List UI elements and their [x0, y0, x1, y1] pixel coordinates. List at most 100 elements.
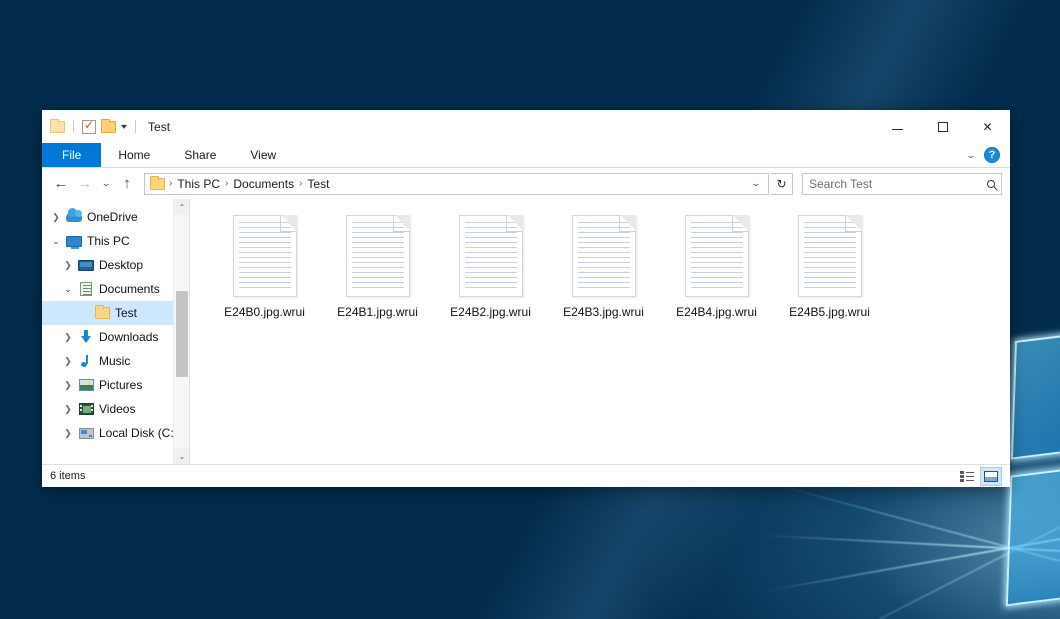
sidebar-item-desktop[interactable]: ❯ Desktop	[42, 253, 189, 277]
refresh-button[interactable]: ↻	[771, 173, 793, 195]
recent-locations-button[interactable]: ⌄	[96, 173, 117, 195]
divider	[135, 120, 136, 133]
file-grid: E24B0.jpg.wrui E24B1.jpg.wrui E24B2.jpg.…	[208, 213, 1010, 319]
search-box[interactable]	[802, 173, 1002, 195]
navigation-scrollbar[interactable]: ⌃ ⌄	[173, 199, 189, 464]
navigation-tree: ❯ OneDrive ⌄ This PC ❯ Desktop	[42, 199, 189, 445]
generic-document-icon	[798, 215, 862, 297]
up-button[interactable]: ↑	[116, 173, 138, 195]
help-icon[interactable]: ?	[984, 147, 1000, 163]
details-view-button[interactable]	[956, 467, 978, 486]
maximize-button[interactable]	[920, 110, 965, 143]
sidebar-item-label: Videos	[96, 402, 135, 416]
breadcrumb-item-test[interactable]: Test	[303, 177, 333, 191]
sidebar-item-documents[interactable]: ⌄ Documents	[42, 277, 189, 301]
download-icon	[76, 330, 96, 344]
file-item[interactable]: E24B4.jpg.wrui	[660, 213, 773, 319]
file-name: E24B1.jpg.wrui	[337, 305, 418, 319]
maximize-icon	[938, 122, 948, 132]
folder-icon[interactable]	[50, 121, 65, 133]
music-icon	[76, 354, 96, 368]
folder-icon[interactable]	[150, 178, 165, 190]
tab-view[interactable]: View	[233, 143, 293, 167]
details-view-icon	[960, 471, 974, 482]
sidebar-item-local-disk-c[interactable]: ❯ Local Disk (C:)	[42, 421, 189, 445]
tab-home[interactable]: Home	[101, 143, 167, 167]
chevron-right-icon[interactable]: ❯	[60, 332, 76, 343]
large-icons-view-icon	[984, 471, 998, 482]
properties-icon[interactable]	[82, 120, 96, 134]
file-item[interactable]: E24B0.jpg.wrui	[208, 213, 321, 319]
sidebar-item-this-pc[interactable]: ⌄ This PC	[42, 229, 189, 253]
large-icons-view-button[interactable]	[980, 467, 1002, 486]
drive-icon	[76, 428, 96, 439]
breadcrumb-bar[interactable]: › This PC › Documents › Test ⌄	[144, 173, 769, 195]
tab-file[interactable]: File	[42, 143, 101, 167]
view-mode-buttons	[956, 467, 1002, 486]
minimize-icon	[892, 129, 903, 130]
item-count-label: 6 items	[50, 470, 85, 482]
chevron-right-icon[interactable]: ❯	[60, 260, 76, 271]
scroll-up-icon[interactable]: ⌃	[174, 199, 190, 215]
window-controls: ✕	[875, 110, 1010, 143]
generic-document-icon	[459, 215, 523, 297]
sidebar-item-label: Pictures	[96, 378, 142, 392]
file-item[interactable]: E24B1.jpg.wrui	[321, 213, 434, 319]
ribbon-right-controls: ⌄ ?	[967, 143, 1010, 167]
file-item[interactable]: E24B3.jpg.wrui	[547, 213, 660, 319]
file-item[interactable]: E24B5.jpg.wrui	[773, 213, 886, 319]
sidebar-item-label: Documents	[96, 282, 160, 296]
scroll-down-icon[interactable]: ⌄	[174, 448, 190, 464]
sidebar-item-onedrive[interactable]: ❯ OneDrive	[42, 205, 189, 229]
chevron-down-icon[interactable]: ⌄	[48, 236, 64, 247]
chevron-down-icon[interactable]: ▾	[121, 122, 127, 131]
cloud-icon	[64, 212, 84, 222]
scrollbar-thumb[interactable]	[176, 291, 188, 377]
breadcrumb-item-this-pc[interactable]: This PC	[173, 177, 224, 191]
sidebar-item-label: Music	[96, 354, 130, 368]
back-button[interactable]: ←	[50, 173, 72, 195]
tab-share[interactable]: Share	[167, 143, 233, 167]
sidebar-item-label: This PC	[84, 234, 130, 248]
status-bar: 6 items	[42, 464, 1010, 487]
file-name: E24B2.jpg.wrui	[450, 305, 531, 319]
sidebar-item-pictures[interactable]: ❯ Pictures	[42, 373, 189, 397]
sidebar-item-downloads[interactable]: ❯ Downloads	[42, 325, 189, 349]
chevron-down-icon[interactable]: ⌄	[745, 178, 768, 189]
explorer-body: ❯ OneDrive ⌄ This PC ❯ Desktop	[42, 199, 1010, 464]
chevron-right-icon[interactable]: ❯	[60, 380, 76, 391]
sidebar-item-label: Local Disk (C:)	[96, 426, 178, 440]
window-title: Test	[148, 120, 170, 134]
new-folder-icon[interactable]	[101, 121, 116, 133]
sidebar-item-music[interactable]: ❯ Music	[42, 349, 189, 373]
divider	[73, 120, 74, 133]
chevron-right-icon[interactable]: ❯	[60, 356, 76, 367]
navigation-pane: ❯ OneDrive ⌄ This PC ❯ Desktop	[42, 199, 190, 464]
file-name: E24B0.jpg.wrui	[224, 305, 305, 319]
sidebar-item-test[interactable]: Test	[42, 301, 189, 325]
sidebar-item-label: Test	[112, 306, 137, 320]
pictures-icon	[76, 379, 96, 391]
file-name: E24B5.jpg.wrui	[789, 305, 870, 319]
chevron-down-icon[interactable]: ⌄	[60, 284, 76, 295]
chevron-down-icon[interactable]: ⌄	[966, 150, 977, 161]
chevron-right-icon[interactable]: ❯	[60, 404, 76, 415]
refresh-icon: ↻	[776, 177, 786, 191]
search-input[interactable]	[809, 177, 987, 191]
title-bar: ▾ Test ✕	[42, 110, 1010, 143]
ribbon-tab-bar: File Home Share View ⌄ ?	[42, 143, 1010, 168]
file-list-pane[interactable]: E24B0.jpg.wrui E24B1.jpg.wrui E24B2.jpg.…	[190, 199, 1010, 464]
desktop-icon	[76, 260, 96, 271]
sidebar-item-label: OneDrive	[84, 210, 138, 224]
chevron-right-icon[interactable]: ❯	[48, 212, 64, 223]
breadcrumb-item-documents[interactable]: Documents	[229, 177, 298, 191]
file-item[interactable]: E24B2.jpg.wrui	[434, 213, 547, 319]
close-button[interactable]: ✕	[965, 110, 1010, 143]
sidebar-item-videos[interactable]: ❯ Videos	[42, 397, 189, 421]
generic-document-icon	[685, 215, 749, 297]
chevron-right-icon[interactable]: ❯	[60, 428, 76, 439]
quick-access-toolbar: ▾	[50, 120, 139, 134]
minimize-button[interactable]	[875, 110, 920, 143]
search-icon[interactable]	[987, 180, 995, 188]
documents-icon	[76, 282, 96, 296]
